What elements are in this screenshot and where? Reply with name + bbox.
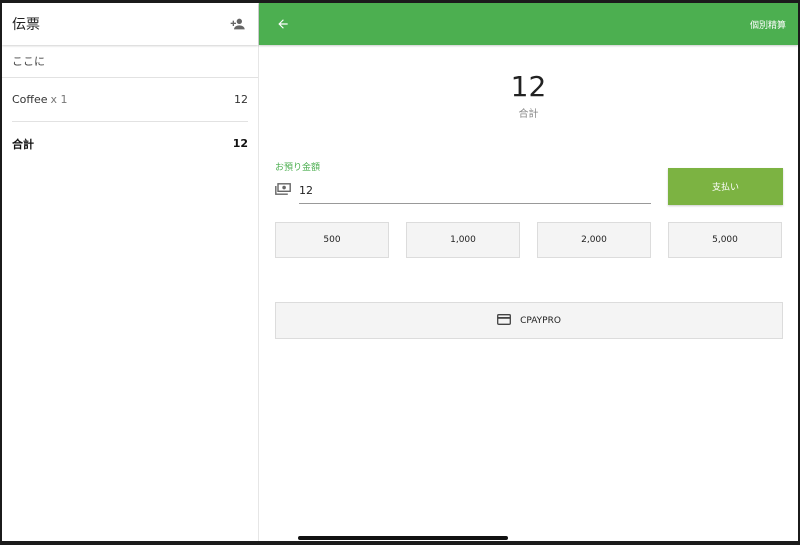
total-value: 12	[232, 137, 248, 150]
cpaypro-label: CPAYPRO	[520, 315, 561, 326]
line-item-name: Coffee	[12, 93, 48, 106]
order-slip-header: 伝票	[2, 3, 258, 45]
customer-placeholder: ここに	[12, 55, 45, 68]
credit-card-icon	[497, 313, 512, 328]
quick-amount-500-button[interactable]: 500	[275, 222, 389, 258]
payment-panel: 個別精算 12 合計 お預り金額 支払い 500 1,000 2,000 5,0…	[259, 3, 798, 541]
person-add-icon[interactable]	[228, 14, 248, 34]
total-row: 合計 12	[2, 122, 258, 165]
pay-button[interactable]: 支払い	[668, 168, 783, 205]
received-amount-label: お預り金額	[275, 163, 321, 173]
amount-label: 合計	[518, 109, 539, 120]
device-frame: 伝票 ここに Coffee x 1 12 合計 12 個別精算 12 合計 お預…	[0, 0, 800, 545]
line-item[interactable]: Coffee x 1 12	[2, 78, 258, 121]
amount-value: 12	[510, 70, 547, 103]
customer-field[interactable]: ここに	[2, 45, 258, 78]
split-payment-button[interactable]: 個別精算	[750, 18, 786, 31]
order-slip-panel: 伝票 ここに Coffee x 1 12 合計 12	[2, 3, 259, 541]
quick-amount-2000-button[interactable]: 2,000	[537, 222, 651, 258]
amount-summary: 12 合計	[259, 70, 798, 121]
screen: 伝票 ここに Coffee x 1 12 合計 12 個別精算 12 合計 お預…	[2, 3, 798, 541]
arrow-back-icon[interactable]	[273, 14, 293, 34]
line-item-label: Coffee x 1	[12, 93, 68, 106]
home-indicator[interactable]	[298, 536, 508, 540]
quick-amount-1000-button[interactable]: 1,000	[406, 222, 520, 258]
cash-icon	[275, 180, 291, 195]
line-item-qty: x 1	[50, 93, 68, 106]
quick-amount-5000-button[interactable]: 5,000	[668, 222, 782, 258]
order-slip-title: 伝票	[12, 17, 40, 33]
app-bar: 個別精算	[259, 3, 798, 45]
total-label: 合計	[12, 137, 34, 151]
cpaypro-button[interactable]: CPAYPRO	[275, 302, 783, 339]
line-item-amount: 12	[234, 93, 248, 106]
received-amount-input[interactable]	[299, 177, 651, 204]
